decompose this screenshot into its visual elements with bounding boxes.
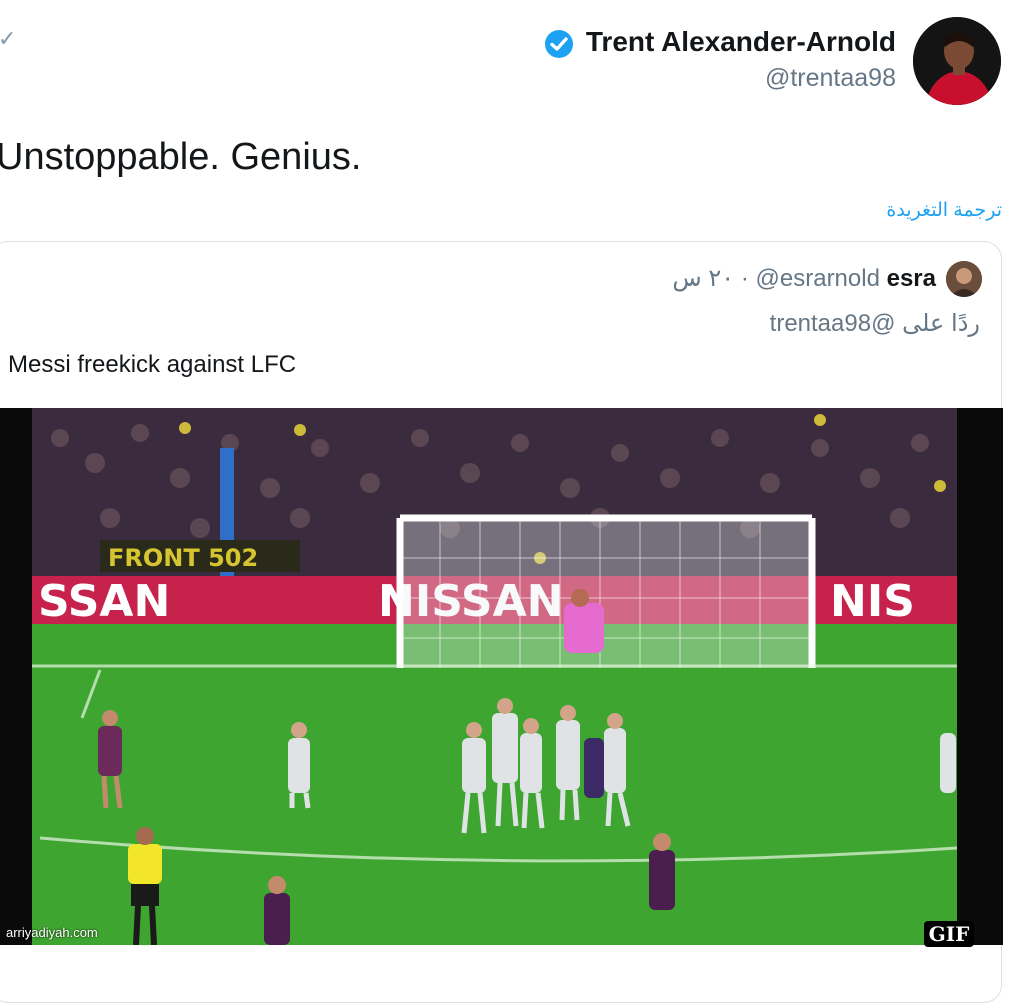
quoted-tweet-time[interactable]: · ٢٠ س bbox=[672, 265, 748, 292]
author-avatar[interactable] bbox=[913, 17, 1001, 105]
quoted-author-name[interactable]: esra bbox=[887, 265, 936, 292]
author-handle[interactable]: @trentaa98 bbox=[765, 64, 896, 93]
svg-text:FRONT 502: FRONT 502 bbox=[108, 544, 258, 572]
quoted-tweet-header: · ٢٠ س @esrarnold esra bbox=[672, 264, 936, 293]
quoted-author-handle[interactable]: @esrarnold bbox=[756, 265, 880, 292]
translate-tweet-link[interactable]: ترجمة التغريدة bbox=[886, 199, 1002, 222]
goal-net bbox=[396, 514, 816, 668]
tweet-text: Unstoppable. Genius. bbox=[0, 136, 362, 178]
chevron-icon[interactable]: ✓ bbox=[0, 26, 16, 52]
quoted-tweet-text: Messi freekick against LFC bbox=[8, 351, 297, 378]
replying-to-line[interactable]: ردًا على @trentaa98 bbox=[770, 309, 980, 338]
gif-media[interactable]: FRONT 502 SSAN NISSAN NIS bbox=[0, 408, 1003, 945]
source-watermark: arriyadiyah.com bbox=[6, 925, 98, 940]
ad-board-text-right: NIS bbox=[830, 576, 915, 627]
author-name[interactable]: Trent Alexander-Arnold bbox=[586, 26, 896, 58]
ad-board-text-left: SSAN bbox=[38, 576, 170, 627]
quoted-author-avatar[interactable] bbox=[946, 261, 982, 297]
verified-badge-icon bbox=[545, 30, 573, 58]
gif-badge: GIF bbox=[924, 921, 974, 947]
